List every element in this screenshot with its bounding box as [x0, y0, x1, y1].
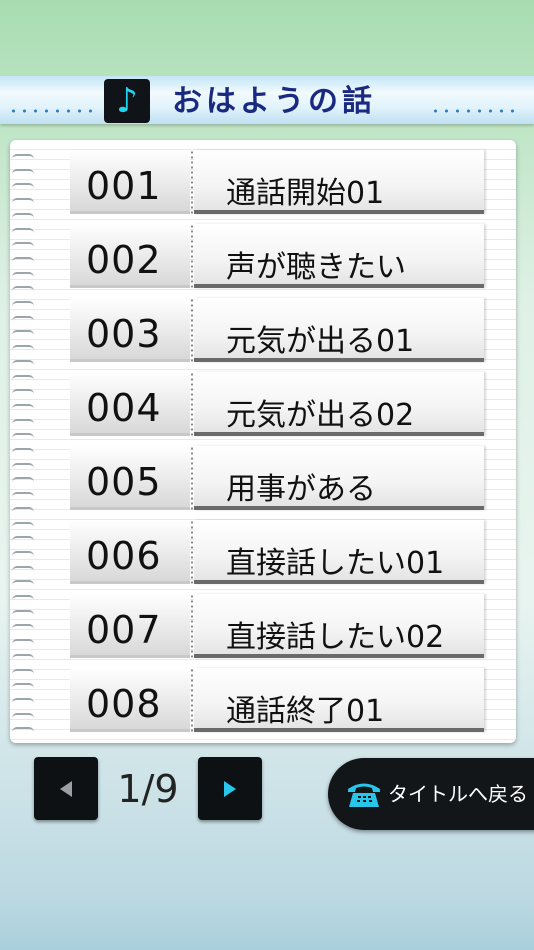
- list-item-name-tab: 声が聴きたい: [194, 224, 484, 288]
- list-item-name-tab: 直接話したい01: [194, 520, 484, 584]
- notepad-ring: [12, 477, 34, 482]
- notepad-ring: [12, 183, 34, 188]
- header-dots-right: [430, 109, 514, 113]
- music-note-icon: ♪: [104, 79, 150, 123]
- notepad-ring: [12, 359, 34, 365]
- notepad-ring: [12, 227, 34, 233]
- list-item-name: 直接話したい02: [226, 620, 445, 655]
- list-item[interactable]: 007 直接話したい02: [70, 594, 484, 658]
- list-item[interactable]: 001 通話開始01: [70, 150, 484, 214]
- list-item[interactable]: 006 直接話したい01: [70, 520, 484, 584]
- notepad-ring: [12, 712, 34, 718]
- triangle-left-icon: [60, 780, 72, 797]
- notepad-ring: [12, 595, 34, 600]
- back-to-title-button[interactable]: タイトルへ戻る: [328, 758, 534, 830]
- episode-list-panel: 001 通話開始01 002 声が聴きたい 003 元気が出る01 004 元気が出る02 00…: [10, 140, 516, 743]
- list-item-number: 005: [86, 460, 162, 504]
- notepad-ring: [12, 580, 34, 585]
- notepad-ring: [12, 565, 34, 571]
- phone-icon: [348, 783, 380, 807]
- list-item-name-tab: 用事がある: [194, 446, 484, 510]
- list-item-name: 元気が出る02: [226, 398, 415, 433]
- notepad-ring: [12, 727, 34, 732]
- list-item-number-tab: 002: [70, 224, 190, 288]
- notepad-ring: [12, 683, 34, 688]
- notepad-ring: [12, 286, 34, 291]
- list-item-name-tab: 元気が出る01: [194, 298, 484, 362]
- notepad-ring: [12, 198, 34, 203]
- list-item-name-tab: 元気が出る02: [194, 372, 484, 436]
- list-item-number-tab: 008: [70, 668, 190, 732]
- list-item-number: 007: [86, 608, 162, 652]
- notepad-ring: [12, 330, 34, 335]
- notepad-ring: [12, 624, 34, 629]
- list-item-name: 直接話したい01: [226, 546, 445, 581]
- notepad-ring: [12, 271, 34, 277]
- page-title: おはようの話: [172, 84, 376, 119]
- list-item-number-tab: 003: [70, 298, 190, 362]
- list-item-name-tab: 通話開始01: [194, 150, 484, 214]
- notepad-ring: [12, 550, 34, 556]
- page-indicator: 1/9: [117, 767, 179, 811]
- notepad-ring: [12, 462, 34, 468]
- list-item[interactable]: 002 声が聴きたい: [70, 224, 484, 288]
- list-item[interactable]: 004 元気が出る02: [70, 372, 484, 436]
- header-dots-left: [8, 109, 92, 113]
- list-item-number: 002: [86, 238, 162, 282]
- notepad-ring: [12, 212, 34, 218]
- notepad-ring: [12, 433, 34, 438]
- notepad-ring: [12, 345, 34, 350]
- list-item-number-tab: 004: [70, 372, 190, 436]
- notepad-ring: [12, 492, 34, 497]
- notepad-ring: [12, 653, 34, 659]
- list-item-name-tab: 直接話したい02: [194, 594, 484, 658]
- list-item-name: 元気が出る01: [226, 324, 415, 359]
- list-item-number-tab: 001: [70, 150, 190, 214]
- notepad-ring: [12, 301, 34, 306]
- triangle-right-icon: [224, 780, 236, 797]
- notepad-ring: [12, 168, 34, 174]
- notepad-ring: [12, 668, 34, 674]
- notepad-ring: [12, 154, 34, 159]
- list-item-name: 通話終了01: [226, 694, 385, 729]
- notepad-ring: [12, 609, 34, 615]
- list-item-number: 008: [86, 682, 162, 726]
- list-item-number: 003: [86, 312, 162, 356]
- notepad-ring: [12, 418, 34, 424]
- notepad-ring: [12, 403, 34, 409]
- list-item-number: 006: [86, 534, 162, 578]
- list-item[interactable]: 008 通話終了01: [70, 668, 484, 732]
- list-item-number-tab: 006: [70, 520, 190, 584]
- list-item-number-tab: 007: [70, 594, 190, 658]
- list-item-name: 用事がある: [226, 472, 376, 507]
- notepad-ring: [12, 639, 34, 644]
- back-to-title-label: タイトルへ戻る: [388, 782, 528, 806]
- next-page-button[interactable]: [198, 757, 262, 820]
- list-item-name: 声が聴きたい: [226, 250, 406, 285]
- notepad-ring: [12, 506, 34, 512]
- notepad-ring: [12, 536, 34, 541]
- notepad-ring: [12, 521, 34, 527]
- list-item[interactable]: 003 元気が出る01: [70, 298, 484, 362]
- notepad-ring: [12, 256, 34, 262]
- list-item-name: 通話開始01: [226, 176, 385, 211]
- notepad-ring: [12, 448, 34, 453]
- notepad-ring: [12, 242, 34, 247]
- list-item[interactable]: 005 用事がある: [70, 446, 484, 510]
- list-item-number-tab: 005: [70, 446, 190, 510]
- list-item-name-tab: 通話終了01: [194, 668, 484, 732]
- notepad-ring: [12, 697, 34, 703]
- prev-page-button[interactable]: [34, 757, 98, 820]
- list-item-number: 001: [86, 164, 162, 208]
- notepad-ring: [12, 315, 34, 321]
- notepad-ring: [12, 374, 34, 380]
- list-item-number: 004: [86, 386, 162, 430]
- notepad-ring: [12, 389, 34, 394]
